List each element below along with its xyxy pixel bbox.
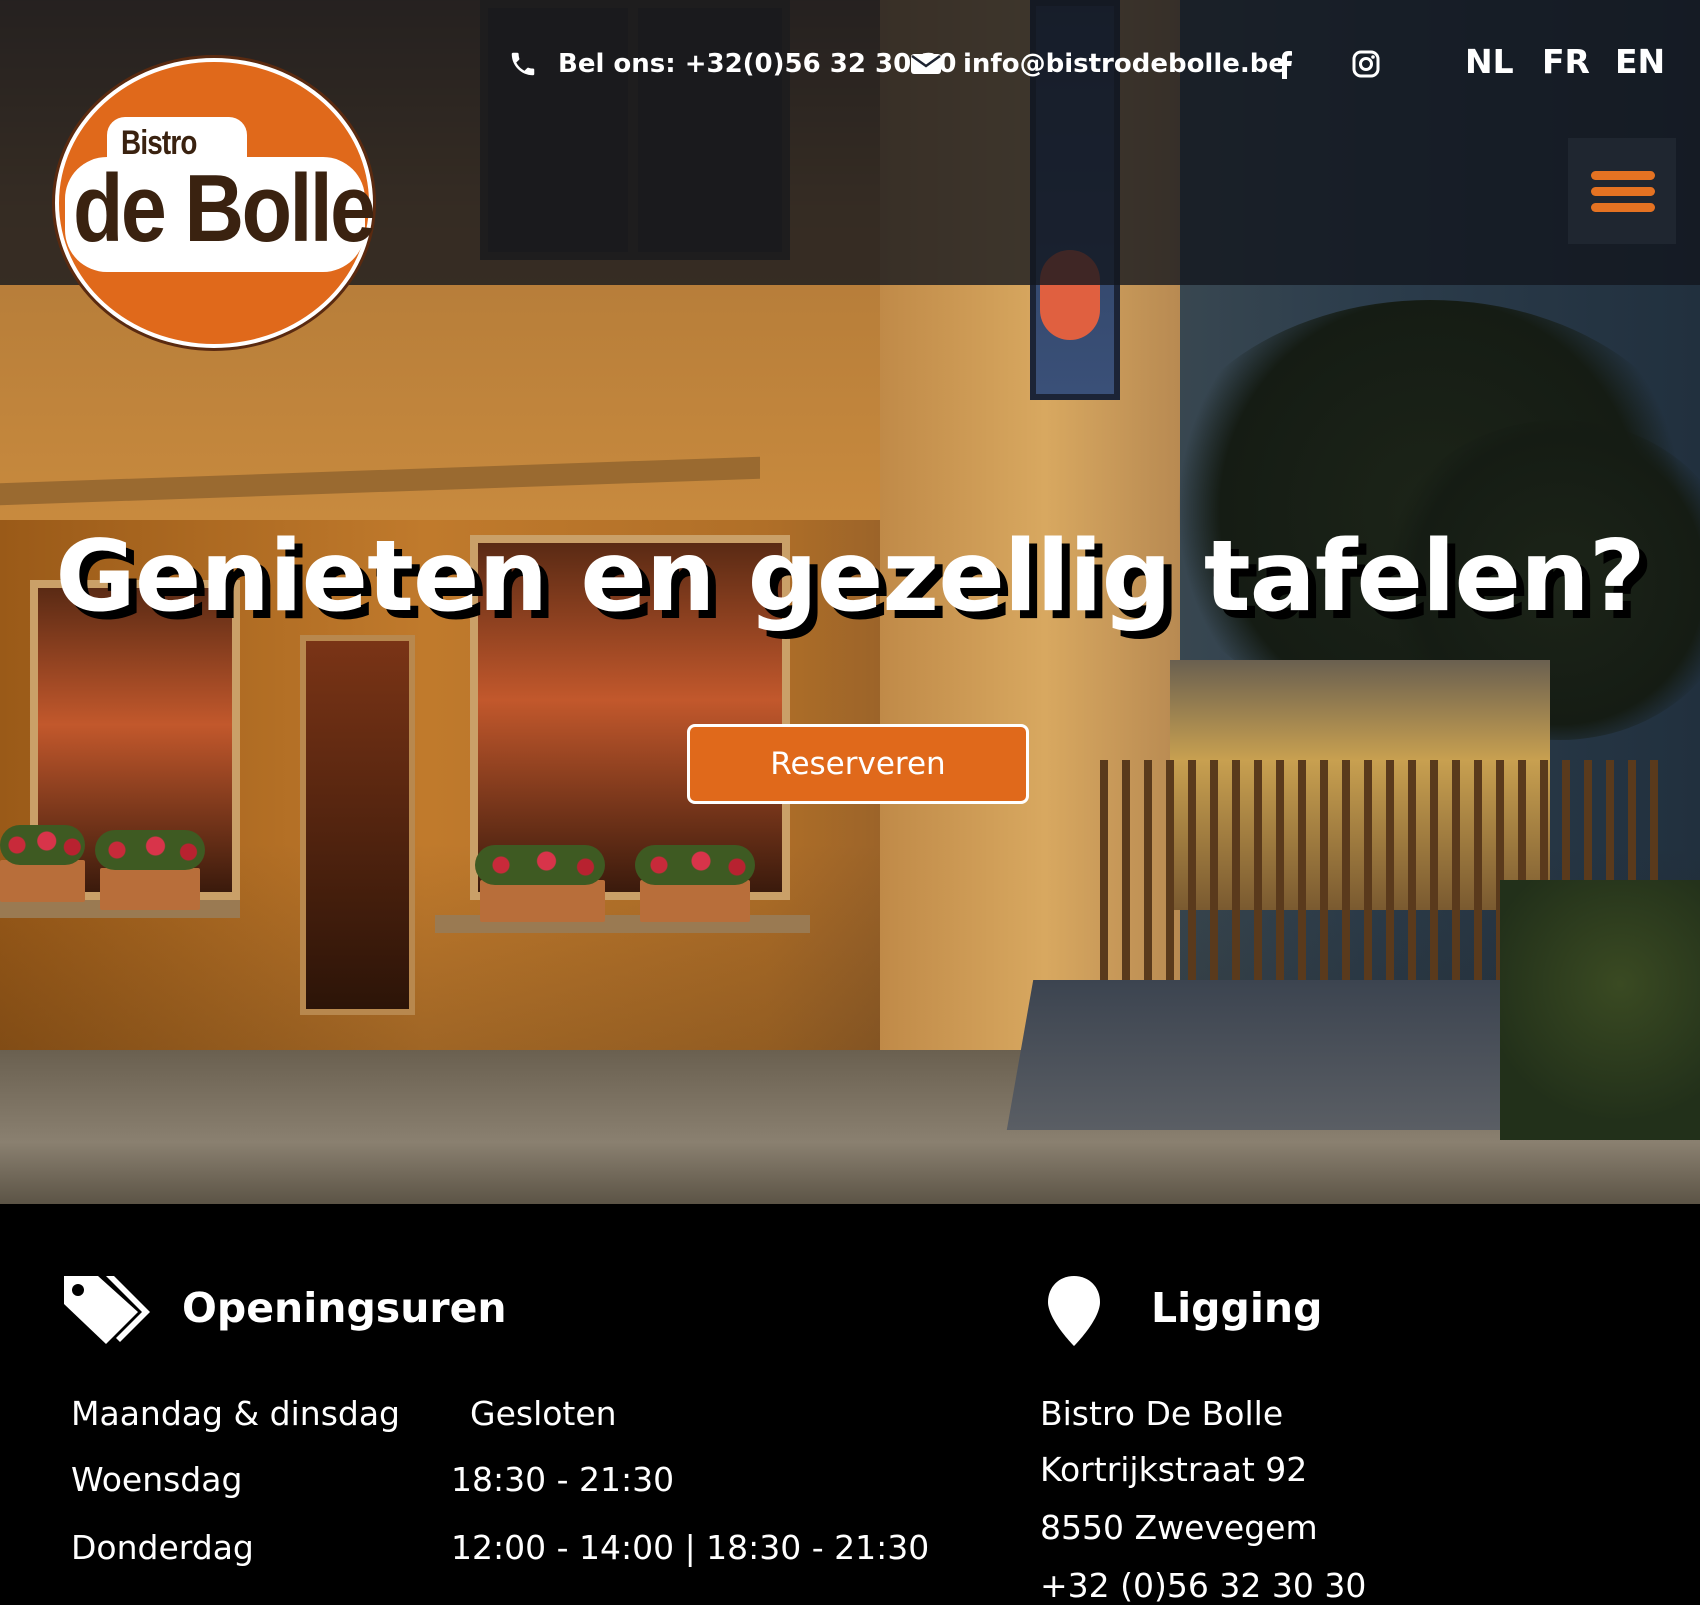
entrance-door (300, 635, 415, 1015)
menu-bar (1591, 171, 1655, 180)
hours-day: Woensdag (71, 1460, 243, 1499)
flower-planter (0, 860, 85, 902)
flowers (475, 845, 605, 885)
flowers (95, 830, 205, 870)
flowers (635, 845, 755, 885)
flower-planter (480, 880, 605, 922)
address-line: 8550 Zwevegem (1040, 1508, 1318, 1547)
tags-icon (60, 1272, 152, 1350)
email-link[interactable]: info@bistrodebolle.be (911, 44, 1286, 84)
map-pin-icon (1046, 1274, 1102, 1352)
location-title: Ligging (1151, 1284, 1323, 1332)
hours-time: 12:00 - 14:00 | 18:30 - 21:30 (451, 1528, 930, 1567)
phone-link[interactable]: Bel ons: +32(0)56 32 30 30 (508, 44, 956, 84)
hero-headline: Genieten en gezellig tafelen? (55, 520, 1645, 634)
info-section: Openingsuren Maandag & dinsdag Gesloten … (0, 1204, 1700, 1605)
menu-bar (1591, 203, 1655, 212)
hours-time: 18:30 - 21:30 (451, 1460, 675, 1499)
site-logo[interactable]: Bistro de Bolle (55, 58, 376, 348)
address-line: Bistro De Bolle (1040, 1394, 1284, 1433)
facebook-icon[interactable] (1274, 44, 1294, 84)
flowers (0, 825, 85, 865)
hours-day: Donderdag (71, 1528, 254, 1567)
hamburger-menu-icon[interactable] (1568, 138, 1676, 244)
language-en[interactable]: EN (1615, 42, 1665, 81)
garden-shrubs (1500, 880, 1700, 1140)
email-text: info@bistrodebolle.be (963, 49, 1287, 79)
logo-name: de Bolle (73, 155, 376, 262)
envelope-icon (911, 52, 941, 76)
hours-day: Maandag & dinsdag (71, 1394, 401, 1433)
phone-icon (508, 49, 538, 79)
address-line: Kortrijkstraat 92 (1040, 1450, 1308, 1489)
phone-text: Bel ons: +32(0)56 32 30 30 (558, 49, 957, 79)
flower-planter (100, 868, 200, 910)
language-nl[interactable]: NL (1465, 42, 1514, 81)
phone-line[interactable]: +32 (0)56 32 30 30 (1040, 1566, 1366, 1605)
hours-time: Gesloten (470, 1394, 617, 1433)
instagram-icon[interactable] (1352, 44, 1380, 84)
flower-planter (640, 880, 750, 922)
menu-bar (1591, 187, 1655, 196)
hours-title: Openingsuren (182, 1284, 507, 1332)
language-fr[interactable]: FR (1542, 42, 1590, 81)
reserve-button[interactable]: Reserveren (687, 724, 1029, 804)
